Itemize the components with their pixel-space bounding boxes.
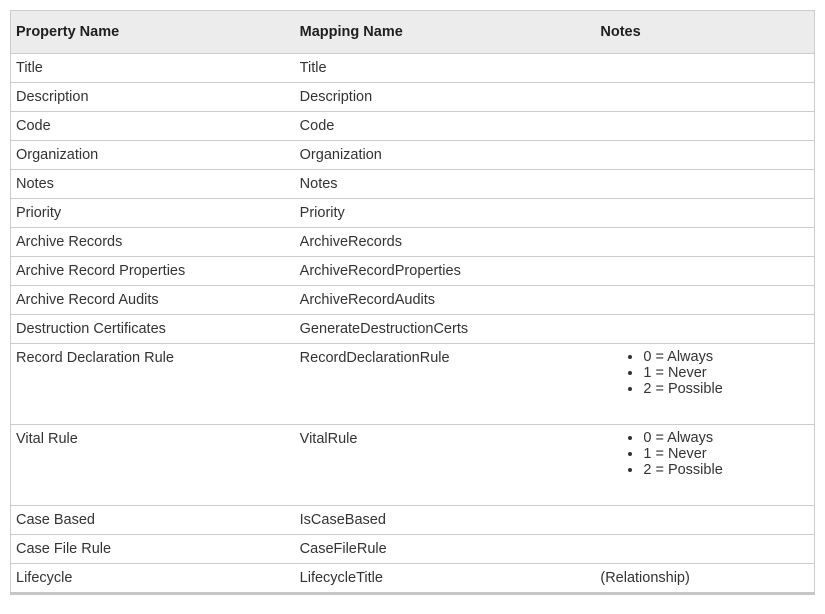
table-row: Priority Priority (11, 199, 815, 228)
notes-cell (595, 141, 814, 170)
notes-bullet-item: 0 = Always (643, 349, 809, 365)
table-row: Archive Records ArchiveRecords (11, 228, 815, 257)
table-row: Vital Rule VitalRule 0 = Always1 = Never… (11, 425, 815, 506)
mapping-name-cell: LifecycleTitle (295, 564, 596, 594)
notes-bullet-list: 0 = Always1 = Never2 = Possible (600, 349, 809, 397)
table-row: Archive Record Audits ArchiveRecordAudit… (11, 286, 815, 315)
table-row: Case File Rule CaseFileRule (11, 535, 815, 564)
table-row: Archive Record Properties ArchiveRecordP… (11, 257, 815, 286)
table-row: Case Based IsCaseBased (11, 506, 815, 535)
notes-cell (595, 315, 814, 344)
property-name-cell: Description (11, 83, 295, 112)
notes-cell: (Relationship) (595, 564, 814, 594)
table-row: Description Description (11, 83, 815, 112)
mapping-name-cell: VitalRule (295, 425, 596, 506)
property-name-cell: Notes (11, 170, 295, 199)
notes-bullet-item: 2 = Possible (643, 462, 809, 478)
notes-bullet-item: 1 = Never (643, 446, 809, 462)
table-row: Lifecycle LifecycleTitle (Relationship) (11, 564, 815, 594)
property-name-cell: Archive Records (11, 228, 295, 257)
notes-cell (595, 257, 814, 286)
mapping-name-cell: Priority (295, 199, 596, 228)
property-name-cell: Title (11, 54, 295, 83)
mapping-name-cell: Notes (295, 170, 596, 199)
notes-cell (595, 535, 814, 564)
notes-cell (595, 54, 814, 83)
notes-bullet-item: 2 = Possible (643, 381, 809, 397)
property-name-cell: Record Declaration Rule (11, 344, 295, 425)
column-header-property-name: Property Name (11, 11, 295, 54)
property-name-cell: Priority (11, 199, 295, 228)
header-row: Property Name Mapping Name Notes (11, 11, 815, 54)
notes-bullet-item: 0 = Always (643, 430, 809, 446)
notes-cell (595, 286, 814, 315)
table-body: Title Title Description Description Code… (11, 54, 815, 594)
notes-bullet-item: 1 = Never (643, 365, 809, 381)
property-mapping-table: Property Name Mapping Name Notes Title T… (10, 10, 815, 595)
notes-cell: 0 = Always1 = Never2 = Possible (595, 425, 814, 506)
mapping-name-cell: RecordDeclarationRule (295, 344, 596, 425)
notes-cell (595, 112, 814, 141)
property-name-cell: Case File Rule (11, 535, 295, 564)
mapping-name-cell: CaseFileRule (295, 535, 596, 564)
notes-cell: 0 = Always1 = Never2 = Possible (595, 344, 814, 425)
table-row: Record Declaration Rule RecordDeclaratio… (11, 344, 815, 425)
table-row: Organization Organization (11, 141, 815, 170)
table-row: Notes Notes (11, 170, 815, 199)
table-row: Code Code (11, 112, 815, 141)
notes-cell (595, 199, 814, 228)
property-name-cell: Archive Record Properties (11, 257, 295, 286)
mapping-name-cell: IsCaseBased (295, 506, 596, 535)
mapping-name-cell: GenerateDestructionCerts (295, 315, 596, 344)
page: Property Name Mapping Name Notes Title T… (10, 10, 815, 595)
mapping-name-cell: ArchiveRecords (295, 228, 596, 257)
column-header-mapping-name: Mapping Name (295, 11, 596, 54)
mapping-name-cell: ArchiveRecordAudits (295, 286, 596, 315)
notes-cell (595, 228, 814, 257)
property-name-cell: Organization (11, 141, 295, 170)
mapping-name-cell: Organization (295, 141, 596, 170)
property-name-cell: Code (11, 112, 295, 141)
mapping-name-cell: ArchiveRecordProperties (295, 257, 596, 286)
table-row: Destruction Certificates GenerateDestruc… (11, 315, 815, 344)
table-row: Title Title (11, 54, 815, 83)
column-header-notes: Notes (595, 11, 814, 54)
property-name-cell: Lifecycle (11, 564, 295, 594)
notes-cell (595, 83, 814, 112)
notes-cell (595, 170, 814, 199)
table-header: Property Name Mapping Name Notes (11, 11, 815, 54)
property-name-cell: Archive Record Audits (11, 286, 295, 315)
notes-cell (595, 506, 814, 535)
notes-bullet-list: 0 = Always1 = Never2 = Possible (600, 430, 809, 478)
mapping-name-cell: Description (295, 83, 596, 112)
property-name-cell: Destruction Certificates (11, 315, 295, 344)
mapping-name-cell: Title (295, 54, 596, 83)
property-name-cell: Case Based (11, 506, 295, 535)
property-name-cell: Vital Rule (11, 425, 295, 506)
mapping-name-cell: Code (295, 112, 596, 141)
